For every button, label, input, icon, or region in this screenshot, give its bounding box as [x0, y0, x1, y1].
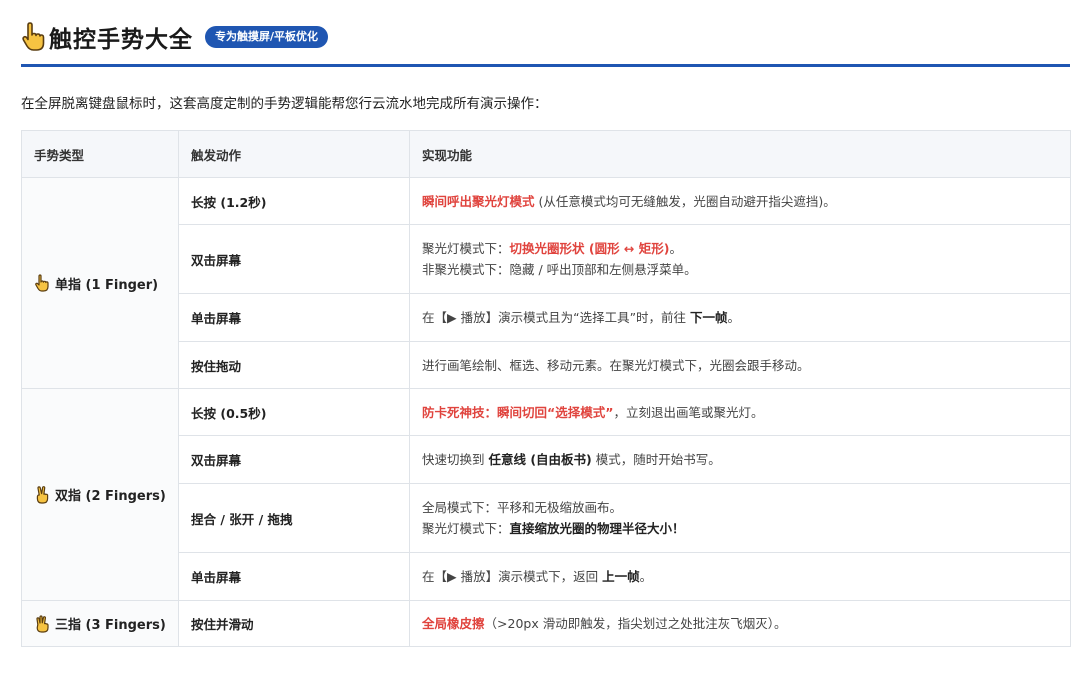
- emphasis-text: 上一帧: [602, 569, 640, 584]
- description-text: 。: [639, 569, 653, 584]
- description-text: 聚光灯模式下：: [422, 521, 510, 536]
- function-description-cell: 瞬间呼出聚光灯模式 (从任意模式均可无缝触发，光圈自动避开指尖遮挡)。: [409, 177, 1071, 225]
- gesture-type-cell: 三指 (3 Fingers): [21, 600, 179, 647]
- gesture-table: 手势类型 触发动作 实现功能 单指 (1 Finger) 长按 (1.2秒) 瞬间呼…: [21, 130, 1071, 647]
- trigger-action-cell: 双击屏幕: [178, 435, 410, 484]
- function-line: 在【▶ 播放】演示模式下，返回 上一帧。: [422, 566, 1058, 587]
- gesture-type-cell: 双指 (2 Fingers): [21, 388, 179, 601]
- description-text: 全局模式下：平移和无极缩放画布。: [422, 500, 623, 515]
- function-description-cell: 快速切换到 任意线 (自由板书) 模式，随时开始书写。: [409, 435, 1071, 484]
- trigger-action-cell: 双击屏幕: [178, 224, 410, 294]
- description-text: 非聚光模式下：隐藏 / 呼出顶部和左侧悬浮菜单。: [422, 262, 697, 277]
- description-text: 进行画笔绘制、框选、移动元素。在聚光灯模式下，光圈会跟手移动。: [422, 357, 810, 373]
- description-text: （>20px 滑动即触发，指尖划过之处批注灰飞烟灭）。: [484, 616, 787, 631]
- function-description-cell: 在【▶ 播放】演示模式且为“选择工具”时，前往 下一帧。: [409, 293, 1071, 342]
- function-line: 进行画笔绘制、框选、移动元素。在聚光灯模式下，光圈会跟手移动。: [422, 355, 1058, 376]
- page-title: 触控手势大全: [49, 27, 193, 53]
- function-description-cell: 聚光灯模式下：切换光圈形状 (圆形 ↔ 矩形)。非聚光模式下：隐藏 / 呼出顶部…: [409, 224, 1071, 294]
- function-line: 全局橡皮擦（>20px 滑动即触发，指尖划过之处批注灰飞烟灭）。: [422, 613, 1058, 634]
- description-text: 。: [727, 310, 741, 325]
- title-divider: [21, 64, 1070, 67]
- title-row: 触控手势大全 专为触摸屏/平板优化: [21, 19, 329, 55]
- trigger-action-cell: 长按 (1.2秒): [178, 177, 410, 225]
- touch-optimized-badge: 专为触摸屏/平板优化: [205, 26, 329, 48]
- description-text: ，立刻退出画笔或聚光灯。: [613, 404, 764, 420]
- trigger-action-cell: 单击屏幕: [178, 293, 410, 342]
- function-line: 聚光灯模式下：切换光圈形状 (圆形 ↔ 矩形)。: [422, 238, 1058, 259]
- table-row: 按住拖动 进行画笔绘制、框选、移动元素。在聚光灯模式下，光圈会跟手移动。: [22, 341, 1071, 389]
- emphasis-text: 任意线 (自由板书): [488, 452, 592, 467]
- gesture-type-label: 双指 (2 Fingers): [55, 489, 166, 504]
- function-description-cell: 防卡死神技：瞬间切回“选择模式”，立刻退出画笔或聚光灯。: [409, 388, 1071, 436]
- function-line: 在【▶ 播放】演示模式且为“选择工具”时，前往 下一帧。: [422, 307, 1058, 328]
- gesture-type-label: 单指 (1 Finger): [55, 277, 159, 293]
- two-fingers-victory-icon: [36, 485, 49, 504]
- function-line: 聚光灯模式下：直接缩放光圈的物理半径大小！: [422, 518, 1058, 539]
- emphasis-text: 下一帧: [690, 310, 728, 325]
- highlight-text: 全局橡皮擦: [422, 616, 485, 631]
- table-row: 单击屏幕 在【▶ 播放】演示模式且为“选择工具”时，前往 下一帧。: [22, 293, 1071, 342]
- table-row: 三指 (3 Fingers) 按住并滑动 全局橡皮擦（>20px 滑动即触发，指尖划…: [21, 600, 1071, 647]
- table-row: 双击屏幕 聚光灯模式下：切换光圈形状 (圆形 ↔ 矩形)。非聚光模式下：隐藏 / …: [22, 224, 1071, 294]
- function-description-cell: 进行画笔绘制、框选、移动元素。在聚光灯模式下，光圈会跟手移动。: [409, 341, 1071, 389]
- description-text: 模式，随时开始书写。: [591, 452, 721, 467]
- highlight-text: 防卡死神技：瞬间切回“选择模式”: [422, 404, 614, 420]
- gesture-table-body: 单指 (1 Finger) 长按 (1.2秒) 瞬间呼出聚光灯模式 (从任意模式均可…: [21, 177, 1071, 647]
- table-row: 捏合 / 张开 / 拖拽 全局模式下：平移和无极缩放画布。 聚光灯模式下：直接缩放光…: [22, 483, 1071, 553]
- description-text: (从任意模式均可无缝触发，光圈自动避开指尖遮挡)。: [534, 193, 836, 209]
- description-text: 。: [669, 241, 682, 256]
- trigger-action-cell: 按住拖动: [178, 341, 410, 389]
- function-line: 全局模式下：平移和无极缩放画布。: [422, 497, 1058, 518]
- function-line: 快速切换到 任意线 (自由板书) 模式，随时开始书写。: [422, 449, 1058, 470]
- three-fingers-hand-icon: [36, 614, 49, 633]
- intro-text: 在全屏脱离键盘鼠标时，这套高度定制的手势逻辑能帮您行云流水地完成所有演示操作：: [21, 96, 548, 112]
- pointing-hand-icon: [22, 22, 45, 51]
- gesture-type-label: 三指 (3 Fingers): [55, 618, 166, 633]
- function-description-cell: 在【▶ 播放】演示模式下，返回 上一帧。: [409, 552, 1071, 601]
- emphasis-text: 直接缩放光圈的物理半径大小！: [509, 521, 685, 536]
- gesture-guide-page: 触控手势大全 专为触摸屏/平板优化 在全屏脱离键盘鼠标时，这套高度定制的手势逻辑…: [0, 0, 1080, 680]
- table-row: 双指 (2 Fingers) 长按 (0.5秒) 防卡死神技：瞬间切回“选择模式”，…: [21, 388, 1071, 601]
- description-text: 聚光灯模式下：: [422, 241, 510, 256]
- trigger-action-cell: 按住并滑动: [178, 600, 410, 647]
- trigger-action-cell: 捏合 / 张开 / 拖拽: [178, 483, 410, 553]
- table-row: 单指 (1 Finger) 长按 (1.2秒) 瞬间呼出聚光灯模式 (从任意模式均可…: [21, 177, 1071, 389]
- description-text: 快速切换到: [422, 452, 489, 467]
- trigger-action-cell: 长按 (0.5秒): [178, 388, 410, 436]
- highlight-text: 瞬间呼出聚光灯模式: [422, 193, 535, 209]
- function-line: 防卡死神技：瞬间切回“选择模式”，立刻退出画笔或聚光灯。: [422, 402, 1058, 423]
- description-text: 在【▶ 播放】演示模式下，返回: [422, 569, 603, 584]
- trigger-action-cell: 单击屏幕: [178, 552, 410, 601]
- gesture-type-cell: 单指 (1 Finger): [21, 177, 179, 389]
- function-line: 非聚光模式下：隐藏 / 呼出顶部和左侧悬浮菜单。: [422, 259, 1058, 280]
- function-line: 瞬间呼出聚光灯模式 (从任意模式均可无缝触发，光圈自动避开指尖遮挡)。: [422, 191, 1058, 212]
- column-header-function: 实现功能: [409, 130, 1071, 178]
- table-header-row: 手势类型 触发动作 实现功能: [21, 130, 1071, 178]
- column-header-trigger-action: 触发动作: [178, 130, 410, 178]
- function-description-cell: 全局橡皮擦（>20px 滑动即触发，指尖划过之处批注灰飞烟灭）。: [409, 600, 1071, 647]
- one-finger-pointing-icon: [35, 274, 49, 292]
- table-row: 双击屏幕 快速切换到 任意线 (自由板书) 模式，随时开始书写。: [22, 435, 1071, 484]
- description-text: 在【▶ 播放】演示模式且为“选择工具”时，前往: [422, 310, 691, 325]
- function-description-cell: 全局模式下：平移和无极缩放画布。 聚光灯模式下：直接缩放光圈的物理半径大小！: [409, 483, 1071, 553]
- table-row: 单击屏幕 在【▶ 播放】演示模式下，返回 上一帧。: [22, 552, 1071, 601]
- highlight-text: 切换光圈形状 (圆形 ↔ 矩形): [509, 241, 670, 256]
- column-header-gesture-type: 手势类型: [21, 130, 179, 178]
